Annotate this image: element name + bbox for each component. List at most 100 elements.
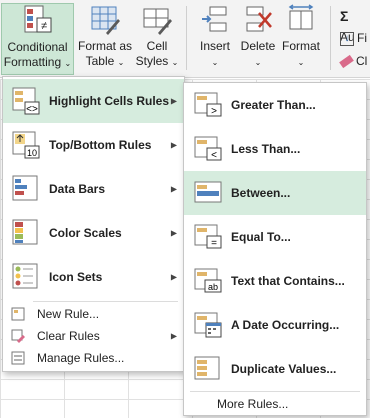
svg-text:<: < [211,150,217,161]
format-label: Format [281,39,320,53]
cell-styles-icon [143,8,172,35]
submenu-item-equal-to[interactable]: = Equal To... [184,215,366,259]
menu-item-top-bottom-rules[interactable]: 10 Top/Bottom Rules ▶ [3,123,184,167]
data-bars-icon [12,175,38,201]
chevron-down-icon: ⌄ [254,58,262,67]
menu-item-data-bars[interactable]: Data Bars ▶ [3,167,184,211]
chevron-right-icon: ▶ [170,228,177,238]
clear-button[interactable]: Cl [339,50,368,72]
highlight-cells-icon: <> [12,87,40,115]
chevron-right-icon: ▶ [170,184,177,194]
eraser-icon [339,55,354,69]
menu-item-clear-rules[interactable]: Clear Rules ▶ [3,325,184,347]
less-than-icon: < [194,136,222,161]
menu-item-highlight-cells-rules[interactable]: <> Highlight Cells Rules ▶ [3,79,184,123]
menu-item-label: Clear Rules [37,329,100,343]
delete-cells-icon [246,6,272,32]
format-button[interactable]: Format ⌄ [279,3,323,75]
format-as-table-icon [91,6,120,35]
color-scales-icon [12,219,38,245]
submenu-item-label: Greater Than... [231,98,316,112]
calendar-icon [194,312,222,338]
chevron-down-icon: ⌄ [117,58,125,67]
menu-separator [33,301,178,302]
format-cells-icon [288,4,314,30]
chevron-down-icon: ⌄ [64,59,72,68]
submenu-item-duplicate-values[interactable]: Duplicate Values... [184,347,366,391]
insert-button[interactable]: Insert ⌄ [193,3,237,75]
submenu-item-between[interactable]: Between... [184,171,366,215]
submenu-item-a-date-occurring[interactable]: A Date Occurring... [184,303,366,347]
menu-item-label: Icon Sets [49,270,103,284]
svg-text:≠: ≠ [40,20,46,32]
chevron-right-icon: ▶ [170,140,177,150]
menu-item-label: Color Scales [49,226,122,240]
autosum-button[interactable]: ΣAu [340,4,370,44]
conditional-formatting-button[interactable]: ≠ Conditional Formatting ⌄ [1,3,74,75]
conditional-formatting-label-2: Formatting [3,55,62,69]
svg-text:=: = [211,238,217,249]
menu-item-manage-rules[interactable]: Manage Rules... [3,347,184,369]
icon-sets-icon [12,263,38,289]
menu-item-label: Data Bars [49,182,106,196]
fill-label: Fi [357,31,367,45]
menu-item-new-rule[interactable]: New Rule... [3,303,184,325]
text-contains-icon: ab [194,268,222,293]
svg-text:<>: <> [26,104,38,115]
menu-item-icon-sets[interactable]: Icon Sets ▶ [3,255,184,299]
chevron-right-icon: ▶ [170,96,177,106]
manage-rules-icon [11,351,25,365]
submenu-item-less-than[interactable]: < Less Than... [184,127,366,171]
conditional-formatting-label-1: Conditional [7,40,68,54]
duplicate-values-icon [194,356,220,380]
delete-label: Delete [240,39,276,53]
top-bottom-icon: 10 [12,131,40,159]
submenu-item-label: Duplicate Values... [231,362,337,376]
new-rule-icon [11,307,25,321]
conditional-formatting-icon: ≠ [24,5,51,33]
cell-styles-button[interactable]: Cell Styles ⌄ [134,3,180,75]
chevron-right-icon: ▶ [170,272,177,282]
delete-button[interactable]: Delete ⌄ [238,3,278,75]
clear-rules-icon [11,329,25,343]
chevron-down-icon: ⌄ [171,58,179,67]
menu-item-color-scales[interactable]: Color Scales ▶ [3,211,184,255]
ribbon-separator [330,6,331,70]
menu-item-label: Manage Rules... [37,351,125,365]
submenu-item-label: A Date Occurring... [231,318,340,332]
svg-text:10: 10 [27,148,37,158]
menu-item-label: Highlight Cells Rules [49,94,170,108]
format-as-table-label-2: Table [85,54,115,68]
format-as-table-button[interactable]: Format as Table ⌄ [76,3,134,75]
ribbon-separator [186,6,187,70]
svg-text:>: > [211,106,217,117]
clear-label: Cl [356,54,368,68]
insert-cells-icon [202,6,227,32]
submenu-item-greater-than[interactable]: > Greater Than... [184,83,366,127]
between-icon [194,181,222,203]
conditional-formatting-menu: <> Highlight Cells Rules ▶ 10 Top/Bottom… [2,76,185,372]
chevron-down-icon: ⌄ [211,58,219,67]
chevron-down-icon: ⌄ [297,58,305,67]
menu-item-label: New Rule... [37,307,100,321]
format-as-table-label-1: Format as [77,39,132,53]
highlight-cells-rules-submenu: > Greater Than... < Less Than... Between… [183,82,367,416]
submenu-item-label: More Rules... [217,397,289,411]
equal-to-icon: = [194,224,222,249]
submenu-item-label: Equal To... [231,230,291,244]
submenu-item-label: Less Than... [231,142,301,156]
sigma-icon: Σ [340,7,349,24]
menu-item-label: Top/Bottom Rules [49,138,152,152]
chevron-right-icon: ▶ [170,331,177,341]
submenu-item-label: Between... [231,186,291,200]
insert-label: Insert [199,39,230,53]
svg-text:ab: ab [208,282,218,292]
cell-styles-label-2: Styles [135,54,169,68]
cell-styles-label-1: Cell [146,39,168,53]
submenu-item-text-that-contains[interactable]: ab Text that Contains... [184,259,366,303]
fill-down-icon: ↓ [340,31,354,46]
ribbon-styles-cells: ≠ Conditional Formatting ⌄ Format as Tab… [0,0,370,78]
excel-window: ≠ Conditional Formatting ⌄ Format as Tab… [0,0,370,418]
submenu-item-more-rules[interactable]: More Rules... [184,392,366,416]
fill-button[interactable]: ↓ Fi [340,27,367,49]
